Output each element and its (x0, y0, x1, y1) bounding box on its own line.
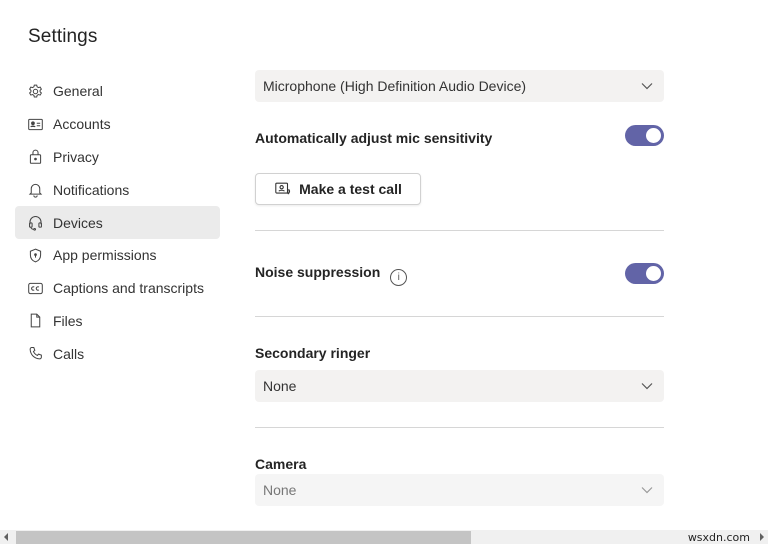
watermark: wsxdn.com (687, 531, 750, 544)
divider (255, 427, 664, 428)
auto-mic-toggle[interactable] (625, 125, 664, 146)
sidebar-item-label: General (53, 83, 103, 100)
info-icon[interactable]: i (390, 269, 408, 286)
sidebar-item-files[interactable]: Files (15, 305, 220, 338)
sidebar-item-label: Privacy (53, 148, 99, 165)
sidebar-item-accounts[interactable]: Accounts (15, 108, 220, 141)
secondary-ringer-label: Secondary ringer (255, 345, 371, 361)
sidebar-item-calls[interactable]: Calls (15, 337, 220, 370)
sidebar-item-label: Notifications (53, 181, 130, 198)
phone-icon (26, 344, 45, 363)
bell-icon (26, 180, 45, 199)
sidebar-item-label: App permissions (53, 247, 157, 264)
id-card-icon (26, 115, 45, 134)
scroll-left-arrow-icon[interactable] (4, 533, 8, 541)
camera-dropdown[interactable]: None (255, 474, 664, 506)
microphone-dropdown[interactable]: Microphone (High Definition Audio Device… (255, 70, 664, 102)
page-title: Settings (28, 26, 98, 47)
divider (255, 230, 664, 231)
gear-icon (26, 82, 45, 101)
chevron-down-icon (641, 487, 653, 494)
noise-suppression-label: Noise suppression (255, 264, 381, 280)
chevron-down-icon (641, 83, 653, 90)
sidebar-item-label: Calls (53, 345, 85, 362)
shield-icon (26, 246, 45, 265)
secondary-ringer-value: None (263, 378, 297, 394)
sidebar-item-label: Accounts (53, 116, 111, 133)
chevron-down-icon (641, 383, 653, 390)
noise-suppression-toggle[interactable] (625, 263, 664, 284)
test-call-label: Make a test call (299, 181, 402, 197)
sidebar-item-notifications[interactable]: Notifications (15, 173, 220, 206)
noise-suppression-row: Noise suppression i (255, 264, 408, 286)
headset-icon (26, 213, 45, 232)
camera-label: Camera (255, 456, 307, 472)
sidebar-item-captions[interactable]: Captions and transcripts (15, 272, 220, 305)
auto-mic-label: Automatically adjust mic sensitivity (255, 130, 493, 146)
scrollbar-thumb[interactable] (16, 531, 471, 544)
sidebar-item-app-permissions[interactable]: App permissions (15, 239, 220, 272)
test-call-icon (275, 182, 291, 195)
microphone-value: Microphone (High Definition Audio Device… (263, 78, 527, 94)
sidebar-item-label: Files (53, 312, 83, 329)
sidebar-item-label: Devices (53, 214, 103, 231)
make-test-call-button[interactable]: Make a test call (255, 173, 421, 205)
toggle-knob (646, 266, 661, 281)
file-icon (26, 311, 45, 330)
divider (255, 316, 664, 317)
lock-icon (26, 147, 45, 166)
settings-sidebar: General Accounts Privacy Notifications D… (15, 75, 220, 370)
sidebar-item-label: Captions and transcripts (53, 280, 204, 297)
secondary-ringer-dropdown[interactable]: None (255, 370, 664, 402)
camera-value: None (263, 482, 297, 498)
sidebar-item-privacy[interactable]: Privacy (15, 141, 220, 174)
sidebar-item-general[interactable]: General (15, 75, 220, 108)
toggle-knob (646, 128, 661, 143)
cc-icon (26, 279, 45, 298)
horizontal-scrollbar[interactable] (0, 530, 768, 544)
scroll-right-arrow-icon[interactable] (760, 533, 764, 541)
sidebar-item-devices[interactable]: Devices (15, 206, 220, 239)
